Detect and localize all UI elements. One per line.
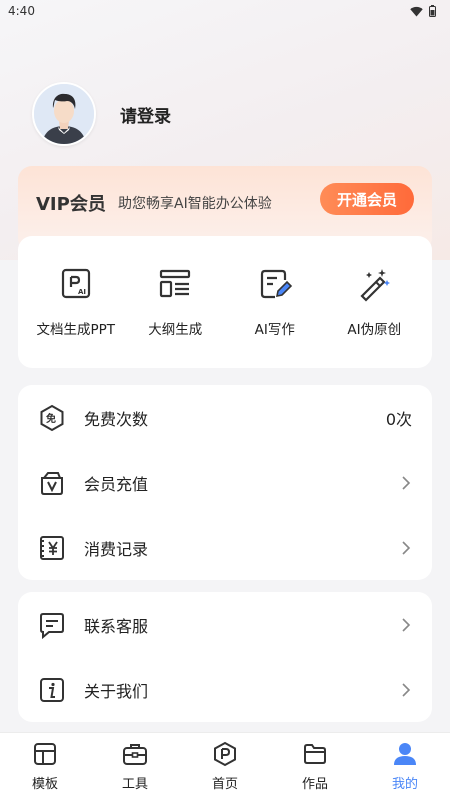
avatar-person-icon (34, 84, 94, 144)
free-count-value: 0次 (385, 409, 412, 429)
tool-ai-writing[interactable]: AI写作 (227, 266, 323, 338)
tool-label: AI伪原创 (347, 322, 402, 338)
chevron-right-icon (402, 540, 411, 555)
tool-outline[interactable]: 大纲生成 (127, 266, 223, 338)
tab-label: 我的 (391, 777, 418, 792)
tool-ppt[interactable]: AI 文档生成PPT (28, 266, 124, 338)
tab-template[interactable]: 模板 (0, 733, 90, 792)
open-vip-button[interactable]: 开通会员 (320, 183, 414, 215)
chevron-right-icon (402, 475, 411, 490)
user-icon (394, 743, 416, 765)
wifi-icon (410, 6, 423, 16)
chevron-right-icon (402, 617, 411, 632)
tool-ai-rewrite[interactable]: AI伪原创 (326, 266, 422, 338)
menu-label: 会员充值 (84, 474, 149, 494)
profile-section[interactable]: 请登录 (32, 82, 171, 146)
login-prompt[interactable]: 请登录 (120, 102, 171, 127)
menu-contact-service[interactable]: 联系客服 (18, 592, 432, 657)
vip-title: VIP会员 (36, 194, 106, 215)
account-menu: 免 免费次数 0次 会员充值 消费记录 (18, 385, 432, 580)
battery-icon (429, 5, 436, 17)
menu-vip-recharge[interactable]: 会员充值 (18, 450, 432, 515)
tool-label: 大纲生成 (148, 322, 203, 338)
tab-home[interactable]: 首页 (180, 733, 270, 792)
tab-label: 模板 (31, 777, 58, 792)
message-icon (40, 612, 64, 639)
avatar[interactable] (32, 82, 96, 146)
tools-grid: AI 文档生成PPT 大纲生成 AI写作 AI伪原创 (18, 236, 432, 368)
vip-subtitle: 助您畅享AI智能办公体验 (118, 196, 272, 212)
template-icon (34, 743, 56, 765)
yen-receipt-icon (40, 535, 64, 560)
home-p-icon (214, 741, 236, 767)
menu-label: 免费次数 (84, 409, 149, 429)
svg-text:AI: AI (78, 288, 86, 296)
menu-label: 联系客服 (84, 616, 149, 636)
menu-label: 关于我们 (84, 681, 149, 701)
tab-label: 工具 (121, 777, 148, 792)
toolbox-icon (123, 744, 147, 765)
chevron-right-icon (402, 682, 411, 697)
tab-mine[interactable]: 我的 (360, 733, 450, 792)
magic-wand-icon (360, 269, 391, 302)
tab-works[interactable]: 作品 (270, 733, 360, 792)
info-icon (40, 677, 64, 702)
svg-text:免: 免 (46, 412, 56, 425)
support-menu: 联系客服 关于我们 (18, 592, 432, 722)
menu-label: 消费记录 (84, 539, 149, 559)
folder-icon (304, 744, 326, 764)
status-bar: 4:40 (0, 0, 450, 22)
free-badge-icon: 免 (40, 404, 64, 431)
ai-writing-icon (260, 269, 292, 299)
tool-label: 文档生成PPT (36, 322, 116, 338)
menu-consumption-record[interactable]: 消费记录 (18, 515, 432, 580)
ppt-ai-icon: AI (61, 268, 90, 299)
status-time: 4:40 (8, 4, 35, 18)
tool-label: AI写作 (254, 322, 295, 338)
outline-icon (160, 269, 191, 298)
menu-free-count[interactable]: 免 免费次数 0次 (18, 385, 432, 450)
tab-tools[interactable]: 工具 (90, 733, 180, 792)
tab-label: 首页 (211, 777, 238, 792)
vip-bag-icon (41, 471, 63, 495)
tab-label: 作品 (301, 777, 328, 792)
bottom-tab-bar: 模板 工具 首页 作品 我的 (0, 732, 450, 800)
menu-about-us[interactable]: 关于我们 (18, 657, 432, 722)
